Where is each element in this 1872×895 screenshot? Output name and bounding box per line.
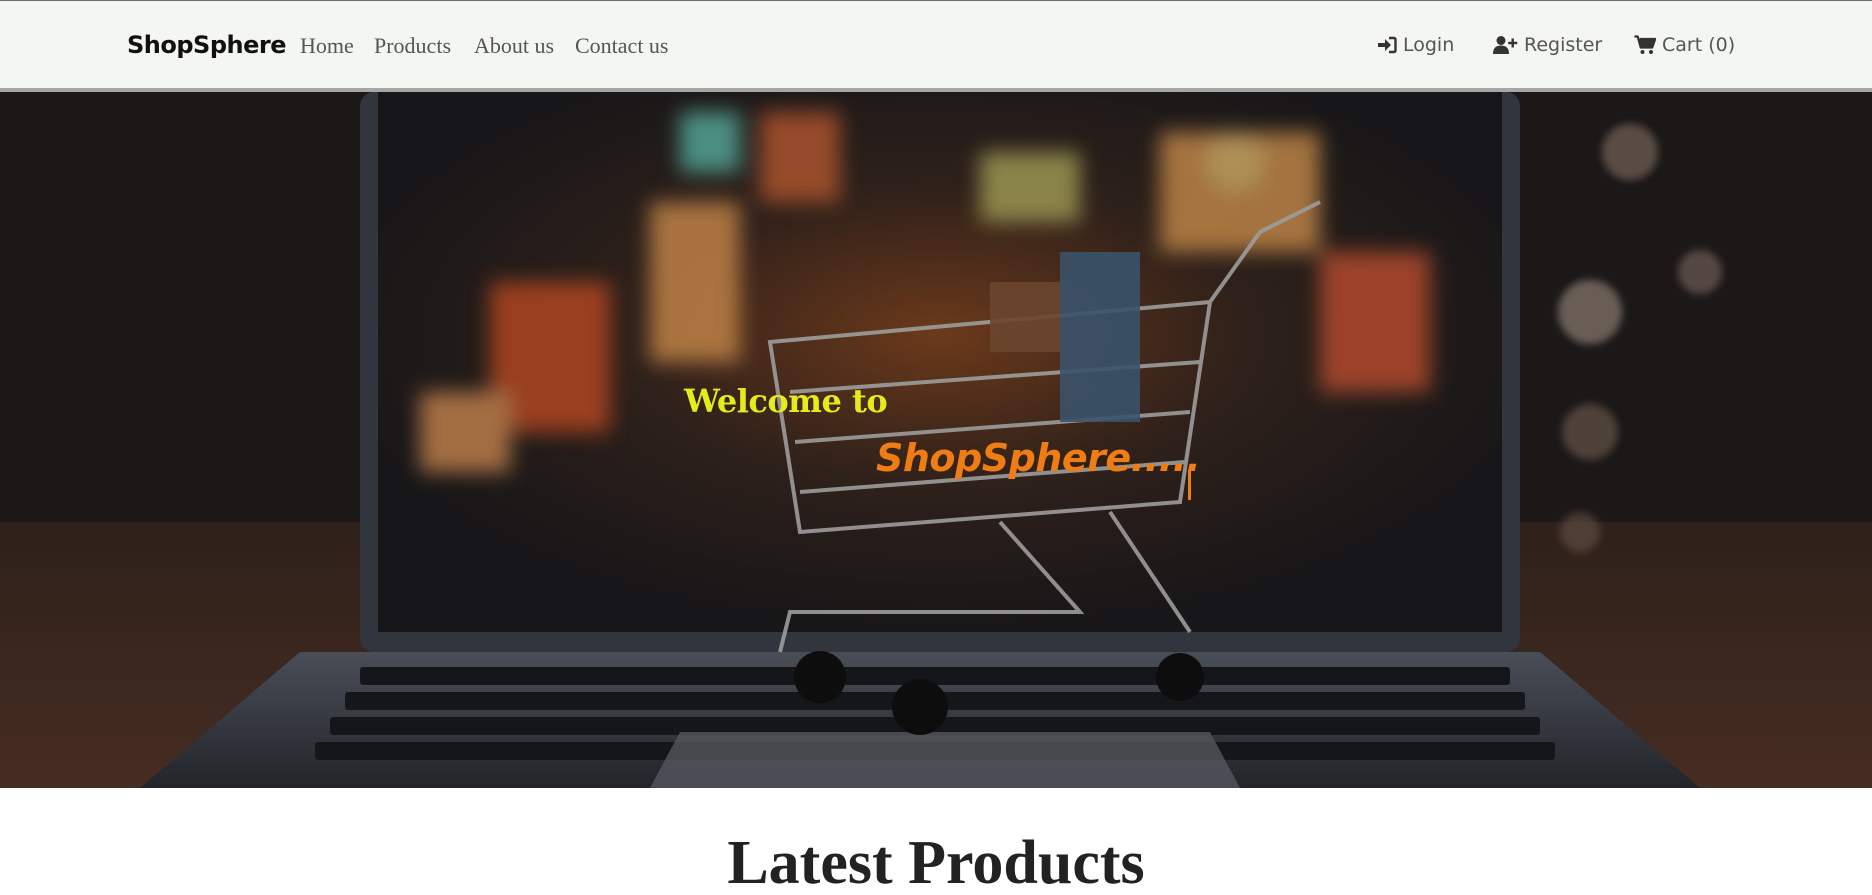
- hero-brand-text: ShopSphere.....: [876, 436, 1201, 480]
- nav-link-products[interactable]: Products: [374, 33, 451, 59]
- register-label: Register: [1524, 34, 1603, 56]
- cart-label: Cart (0): [1662, 34, 1736, 56]
- nav-link-about[interactable]: About us: [474, 33, 554, 59]
- navbar: ShopSphere Home Products About us Contac…: [0, 0, 1872, 92]
- login-label: Login: [1403, 34, 1455, 56]
- nav-link-home[interactable]: Home: [300, 33, 354, 59]
- cart-link[interactable]: Cart (0): [1634, 34, 1735, 56]
- login-link[interactable]: Login: [1377, 34, 1454, 56]
- nav-link-contact[interactable]: Contact us: [575, 33, 669, 59]
- hero-banner: Welcome to ShopSphere.....: [0, 92, 1872, 788]
- register-link[interactable]: Register: [1492, 34, 1602, 56]
- sign-in-icon: [1377, 36, 1397, 54]
- typing-cursor: [1188, 470, 1191, 500]
- shopping-cart-icon: [1634, 35, 1656, 55]
- user-plus-icon: [1492, 35, 1518, 55]
- hero-welcome-text: Welcome to: [684, 382, 888, 420]
- section-title-latest-products: Latest Products: [727, 829, 1145, 895]
- brand-logo[interactable]: ShopSphere: [127, 31, 286, 59]
